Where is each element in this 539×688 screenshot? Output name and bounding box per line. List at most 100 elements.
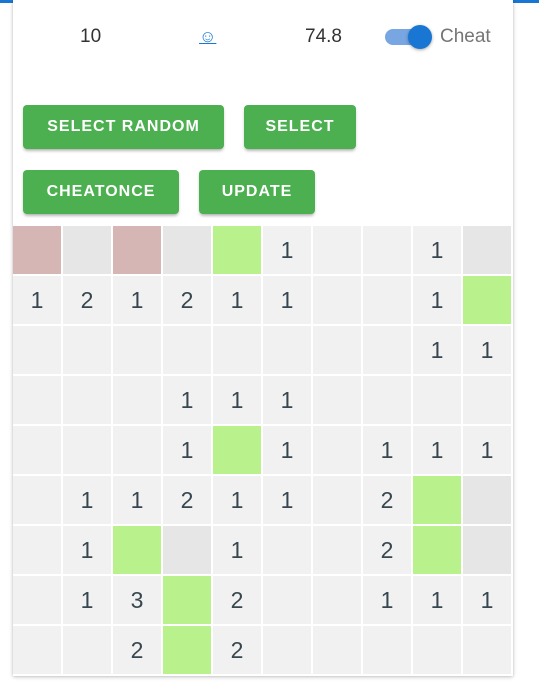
minesweeper-board: 111212111111111111111211211213211122 bbox=[13, 226, 513, 676]
reset-smiley-link[interactable]: ☺ bbox=[199, 26, 216, 48]
board-cell[interactable]: 1 bbox=[13, 276, 61, 324]
board-cell[interactable]: 1 bbox=[263, 226, 311, 274]
board-cell[interactable] bbox=[163, 526, 211, 574]
board-cell[interactable]: 1 bbox=[263, 426, 311, 474]
board-cell[interactable] bbox=[163, 576, 211, 624]
board-cell[interactable] bbox=[263, 326, 311, 374]
board-cell[interactable] bbox=[413, 376, 461, 424]
cheat-toggle[interactable]: Cheat bbox=[385, 24, 505, 52]
board-cell[interactable] bbox=[113, 526, 161, 574]
board-cell[interactable]: 2 bbox=[363, 526, 411, 574]
select-button[interactable]: SELECT bbox=[244, 105, 356, 149]
board-cell[interactable] bbox=[463, 376, 511, 424]
board-cell[interactable] bbox=[313, 476, 361, 524]
board-cell[interactable] bbox=[13, 226, 61, 274]
board-cell[interactable]: 1 bbox=[463, 326, 511, 374]
board-cell[interactable] bbox=[163, 226, 211, 274]
board-cell[interactable] bbox=[213, 326, 261, 374]
board-cell[interactable]: 3 bbox=[113, 576, 161, 624]
board-cell[interactable] bbox=[313, 276, 361, 324]
board-cell[interactable] bbox=[63, 226, 111, 274]
board-cell[interactable]: 2 bbox=[363, 476, 411, 524]
board-cell[interactable] bbox=[413, 476, 461, 524]
board-cell[interactable] bbox=[363, 626, 411, 674]
board-cell[interactable] bbox=[113, 426, 161, 474]
board-cell[interactable] bbox=[113, 326, 161, 374]
board-cell[interactable] bbox=[13, 326, 61, 374]
board-cell[interactable] bbox=[13, 526, 61, 574]
board-cell[interactable]: 1 bbox=[363, 576, 411, 624]
update-button[interactable]: UPDATE bbox=[199, 170, 315, 214]
board-cell[interactable]: 1 bbox=[213, 476, 261, 524]
board-cell[interactable] bbox=[313, 426, 361, 474]
board-cell[interactable] bbox=[113, 376, 161, 424]
board-cell[interactable]: 1 bbox=[413, 326, 461, 374]
board-cell[interactable] bbox=[63, 376, 111, 424]
board-cell[interactable] bbox=[463, 276, 511, 324]
cheat-switch-thumb[interactable] bbox=[408, 25, 432, 49]
board-cell[interactable]: 1 bbox=[413, 226, 461, 274]
board-cell[interactable]: 1 bbox=[113, 276, 161, 324]
board-cell[interactable] bbox=[13, 576, 61, 624]
board-cell[interactable] bbox=[263, 626, 311, 674]
board-cell[interactable] bbox=[363, 226, 411, 274]
board-cell[interactable] bbox=[13, 626, 61, 674]
board-cell[interactable]: 2 bbox=[163, 276, 211, 324]
cheat-once-button[interactable]: CHEATONCE bbox=[23, 170, 179, 214]
board-cell[interactable]: 1 bbox=[163, 376, 211, 424]
board-cell[interactable] bbox=[213, 426, 261, 474]
board-cell[interactable]: 2 bbox=[113, 626, 161, 674]
board-cell[interactable]: 1 bbox=[163, 426, 211, 474]
board-cell[interactable] bbox=[163, 326, 211, 374]
board-cell[interactable]: 1 bbox=[363, 426, 411, 474]
board-cell[interactable] bbox=[13, 426, 61, 474]
board-cell[interactable]: 1 bbox=[63, 576, 111, 624]
board-cell[interactable]: 2 bbox=[213, 576, 261, 624]
board-cell[interactable]: 1 bbox=[463, 426, 511, 474]
board-cell[interactable] bbox=[363, 276, 411, 324]
board-cell[interactable]: 1 bbox=[63, 526, 111, 574]
board-cell[interactable] bbox=[13, 476, 61, 524]
board-cell[interactable] bbox=[63, 626, 111, 674]
board-cell[interactable]: 1 bbox=[413, 276, 461, 324]
board-cell[interactable] bbox=[313, 376, 361, 424]
board-cell[interactable] bbox=[363, 326, 411, 374]
board-cell[interactable]: 1 bbox=[213, 376, 261, 424]
board-cell[interactable] bbox=[313, 526, 361, 574]
board-cell[interactable] bbox=[463, 526, 511, 574]
board-cell[interactable]: 1 bbox=[413, 576, 461, 624]
board-cell[interactable] bbox=[313, 326, 361, 374]
board-cell[interactable]: 1 bbox=[213, 526, 261, 574]
board-cell[interactable] bbox=[213, 226, 261, 274]
board-cell[interactable]: 2 bbox=[213, 626, 261, 674]
board-cell[interactable] bbox=[463, 626, 511, 674]
board-cell[interactable]: 1 bbox=[263, 276, 311, 324]
board-cell[interactable]: 2 bbox=[63, 276, 111, 324]
timer-display: 74.8 bbox=[305, 26, 342, 47]
board-cell[interactable] bbox=[313, 226, 361, 274]
select-random-button[interactable]: SELECT RANDOM bbox=[23, 105, 224, 149]
board-cell[interactable] bbox=[413, 626, 461, 674]
board-cell[interactable] bbox=[13, 376, 61, 424]
board-cell[interactable] bbox=[63, 326, 111, 374]
board-cell[interactable]: 2 bbox=[163, 476, 211, 524]
board-cell[interactable] bbox=[63, 426, 111, 474]
board-cell[interactable]: 1 bbox=[463, 576, 511, 624]
board-cell[interactable]: 1 bbox=[63, 476, 111, 524]
minesweeper-card: 10 ☺ 74.8 Cheat SELECT RANDOM SELECT CHE… bbox=[13, 0, 513, 676]
board-cell[interactable] bbox=[163, 626, 211, 674]
board-cell[interactable] bbox=[463, 476, 511, 524]
board-cell[interactable]: 1 bbox=[113, 476, 161, 524]
board-cell[interactable] bbox=[263, 526, 311, 574]
board-cell[interactable] bbox=[463, 226, 511, 274]
board-cell[interactable]: 1 bbox=[213, 276, 261, 324]
board-cell[interactable]: 1 bbox=[263, 376, 311, 424]
board-cell[interactable] bbox=[363, 376, 411, 424]
board-cell[interactable]: 1 bbox=[263, 476, 311, 524]
board-cell[interactable] bbox=[413, 526, 461, 574]
board-cell[interactable] bbox=[313, 626, 361, 674]
board-cell[interactable] bbox=[313, 576, 361, 624]
board-cell[interactable] bbox=[113, 226, 161, 274]
board-cell[interactable] bbox=[263, 576, 311, 624]
board-cell[interactable]: 1 bbox=[413, 426, 461, 474]
